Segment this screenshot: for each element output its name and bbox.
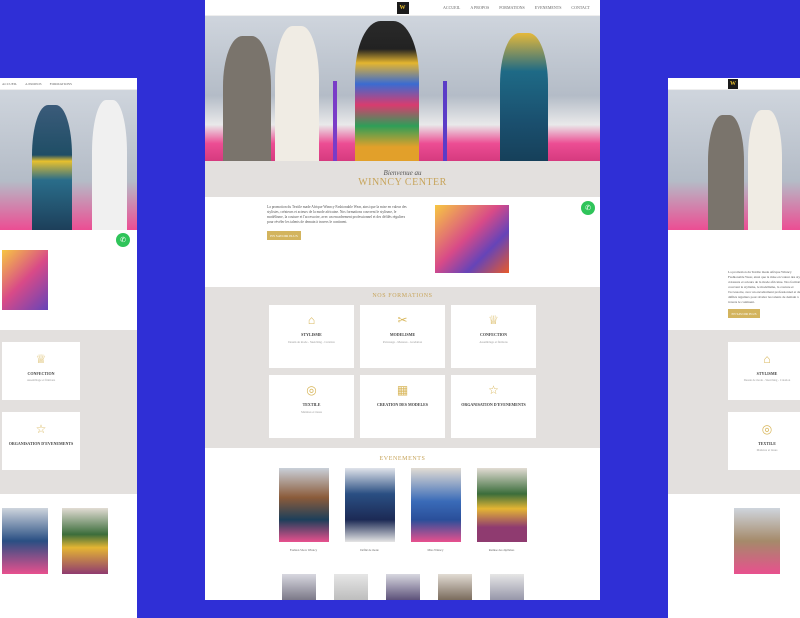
event-card[interactable]: Fashion Show Winncy	[278, 468, 329, 552]
card[interactable]: ⌂ STYLISME Dessin de mode - Sketching - …	[728, 342, 800, 400]
left-nav: ACCUEIL A PROPOS FORMATIONS	[0, 78, 137, 90]
textile-icon: ◎	[306, 383, 317, 397]
event-card[interactable]: Remise des diplômes	[476, 468, 527, 552]
site-logo[interactable]: W	[396, 2, 409, 14]
formations-title: NOS FORMATIONS	[372, 293, 433, 299]
left-hero-image	[0, 90, 137, 230]
welcome-subtitle: Bienvenue au	[383, 169, 422, 177]
pattern-icon: ▦	[396, 383, 409, 397]
left-formations: ♕ CONFECTION Assemblage et finitions ☆ O…	[0, 330, 137, 494]
right-hero-image	[668, 90, 800, 230]
formation-card-stylisme[interactable]: ⌂ STYLISME Dessin de mode - Sketching - …	[269, 305, 354, 368]
scissors-icon: ✂	[397, 313, 408, 327]
nav-item-formations[interactable]: FORMATIONS	[499, 5, 525, 10]
formation-card-creation[interactable]: ▦ CREATION DES MODELES	[360, 375, 445, 438]
whatsapp-icon[interactable]: ✆	[116, 233, 130, 247]
nav-item-1[interactable]: ACCUEIL	[2, 82, 17, 86]
nav-item-contact[interactable]: CONTACT	[571, 5, 590, 10]
formation-card-evenements[interactable]: ☆ ORGANISATION D'EVENEMENTS	[451, 375, 536, 438]
star-icon: ☆	[35, 422, 47, 436]
top-nav: W ACCUEIL A PROPOS FORMATIONS EVENEMENTS…	[205, 0, 600, 16]
whatsapp-icon[interactable]: ✆	[581, 201, 595, 215]
star-icon: ☆	[488, 383, 499, 397]
right-about: La promotion du Textile made Afrique Win…	[668, 230, 800, 330]
event-thumbnail[interactable]	[281, 574, 316, 600]
main-page-frame: W ACCUEIL A PROPOS FORMATIONS EVENEMENTS…	[205, 0, 600, 600]
formation-card-textile[interactable]: ◎ TEXTILE Matières et tissus	[269, 375, 354, 438]
left-events	[0, 494, 137, 588]
card[interactable]: ◎ TEXTILE Matières et tissus	[728, 412, 800, 470]
dress-icon: ♕	[488, 313, 499, 327]
event-card[interactable]: Défilé de mode	[344, 468, 395, 552]
about-button[interactable]: EN SAVOIR PLUS	[267, 231, 301, 240]
graduation-cap-icon: ⌂	[307, 313, 316, 327]
event-thumbnail[interactable]	[489, 574, 524, 600]
event-thumbnail[interactable]	[385, 574, 420, 600]
event-thumbnail[interactable]	[333, 574, 368, 600]
formations-section: NOS FORMATIONS ⌂ STYLISME Dessin de mode…	[205, 287, 600, 448]
welcome-section: Bienvenue au WINNCY CENTER	[205, 161, 600, 197]
right-preview-frame: W La promotion du Textile made Afrique W…	[668, 78, 800, 618]
formation-card-confection[interactable]: ♕ CONFECTION Assemblage et finitions	[451, 305, 536, 368]
left-about: ✆	[0, 230, 137, 330]
right-nav: W	[668, 78, 800, 90]
textile-icon: ◎	[761, 422, 773, 436]
about-section: La promotion du Textile made Afrique Win…	[205, 197, 600, 287]
nav-item-accueil[interactable]: ACCUEIL	[443, 5, 460, 10]
events-section: EVENEMENTS Fashion Show Winncy Défilé de…	[205, 448, 600, 600]
nav-item-2[interactable]: A PROPOS	[25, 82, 41, 86]
formations-grid: ⌂ STYLISME Dessin de mode - Sketching - …	[205, 305, 600, 438]
hero-image	[205, 16, 600, 161]
events-thumbnails	[205, 574, 600, 600]
nav-item-3[interactable]: FORMATIONS	[50, 82, 72, 86]
right-formations: ⌂ STYLISME Dessin de mode - Sketching - …	[668, 330, 800, 494]
about-text: La promotion du Textile made Afrique Win…	[267, 205, 407, 224]
card[interactable]: ☆ ORGANISATION D'EVENEMENTS	[2, 412, 80, 470]
welcome-title: WINNCY CENTER	[358, 177, 447, 188]
card[interactable]: ♕ CONFECTION Assemblage et finitions	[2, 342, 80, 400]
event-thumbnail[interactable]	[437, 574, 472, 600]
formation-card-modelisme[interactable]: ✂ MODELISME Patronage - Mesures - Gradat…	[360, 305, 445, 368]
right-events	[668, 494, 800, 588]
about-photo	[435, 205, 509, 273]
nav-item-evenements[interactable]: EVENEMENTS	[535, 5, 562, 10]
event-card[interactable]: Miss Winncy	[410, 468, 461, 552]
dress-icon: ♕	[35, 352, 47, 366]
left-preview-frame: ACCUEIL A PROPOS FORMATIONS ✆ ♕ CONFECTI…	[0, 78, 137, 618]
site-logo[interactable]: W	[728, 79, 738, 89]
graduation-cap-icon: ⌂	[763, 352, 771, 366]
events-title: EVENEMENTS	[379, 456, 426, 462]
nav-item-apropos[interactable]: A PROPOS	[470, 5, 489, 10]
about-button[interactable]: EN SAVOIR PLUS	[728, 309, 760, 318]
